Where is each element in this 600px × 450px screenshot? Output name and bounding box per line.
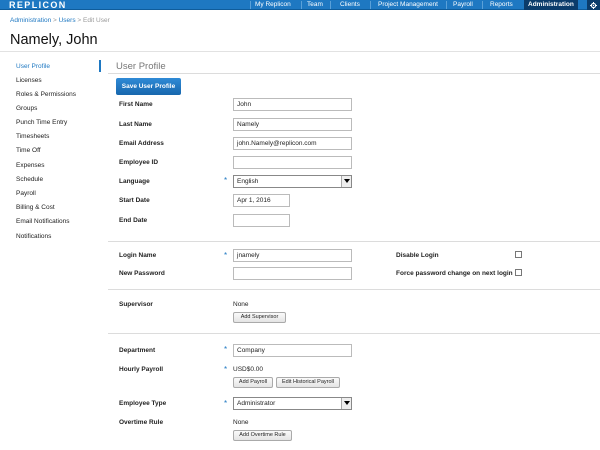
supervisor-label: Supervisor	[119, 301, 153, 308]
new-password-label: New Password	[119, 270, 165, 277]
employee-id-field[interactable]	[233, 156, 352, 169]
breadcrumb: Administration > Users > Edit User	[10, 17, 110, 24]
sidebar-item-punch-time-entry[interactable]: Punch Time Entry	[16, 119, 67, 126]
hourly-payroll-label: Hourly Payroll	[119, 366, 164, 373]
language-select[interactable]: English	[233, 175, 352, 188]
breadcrumb-separator: >	[77, 17, 82, 24]
employee-type-select[interactable]: Administrator	[233, 397, 352, 410]
end-date-label: End Date	[119, 217, 148, 224]
department-field[interactable]: Company	[233, 344, 352, 357]
nav-divider	[250, 1, 251, 9]
section-title-divider	[108, 73, 600, 74]
employee-id-label: Employee ID	[119, 159, 159, 166]
email-field[interactable]: john.Namely@replicon.com	[233, 137, 352, 150]
login-name-field[interactable]: jnamely	[233, 249, 352, 262]
start-date-field[interactable]: Apr 1, 2016	[233, 194, 290, 207]
force-password-change-label: Force password change on next login	[396, 270, 513, 277]
section-divider	[108, 241, 600, 242]
end-date-field[interactable]	[233, 214, 290, 227]
last-name-label: Last Name	[119, 121, 152, 128]
hourly-payroll-value: USD$0.00	[233, 366, 263, 373]
dropdown-arrow	[341, 398, 351, 409]
language-label: Language	[119, 178, 150, 185]
top-nav-bar: REPLICON My Replicon Team Clients Projec…	[0, 0, 600, 10]
section-divider	[108, 289, 600, 290]
sidebar-item-email-notifications[interactable]: Email Notifications	[16, 218, 69, 225]
new-password-field[interactable]	[233, 267, 352, 280]
disable-login-label: Disable Login	[396, 252, 439, 259]
email-label: Email Address	[119, 140, 164, 147]
sidebar-item-expenses[interactable]: Expenses	[16, 162, 45, 169]
department-label: Department	[119, 347, 156, 354]
breadcrumb-administration[interactable]: Administration	[10, 17, 51, 24]
required-marker: *	[224, 251, 228, 260]
overtime-rule-value: None	[233, 419, 249, 426]
gear-icon	[590, 2, 597, 9]
force-password-change-checkbox[interactable]	[515, 269, 522, 276]
required-marker: *	[224, 365, 228, 374]
overtime-rule-label: Overtime Rule	[119, 419, 164, 426]
sidebar-item-user-profile[interactable]: User Profile	[16, 63, 50, 70]
supervisor-value: None	[233, 301, 249, 308]
nav-team[interactable]: Team	[307, 0, 323, 10]
breadcrumb-users[interactable]: Users	[59, 17, 76, 24]
nav-payroll[interactable]: Payroll	[453, 0, 473, 10]
sidebar-item-payroll[interactable]: Payroll	[16, 190, 36, 197]
header-divider	[0, 51, 600, 52]
save-user-profile-button[interactable]: Save User Profile	[116, 78, 181, 95]
settings-button[interactable]	[587, 0, 600, 10]
section-divider	[108, 333, 600, 334]
dropdown-arrow	[341, 176, 351, 187]
nav-reports[interactable]: Reports	[490, 0, 513, 10]
nav-divider	[301, 1, 302, 9]
sidebar-item-timesheets[interactable]: Timesheets	[16, 133, 49, 140]
sidebar-item-roles-permissions[interactable]: Roles & Permissions	[16, 91, 76, 98]
edit-historical-payroll-button[interactable]: Edit Historical Payroll	[276, 377, 340, 388]
sidebar-item-groups[interactable]: Groups	[16, 105, 37, 112]
add-supervisor-button[interactable]: Add Supervisor	[233, 312, 286, 323]
page-title: Namely, John	[10, 32, 98, 48]
disable-login-checkbox[interactable]	[515, 251, 522, 258]
sidebar-item-time-off[interactable]: Time Off	[16, 147, 41, 154]
sidebar-item-notifications[interactable]: Notifications	[16, 233, 51, 240]
last-name-field[interactable]: Namely	[233, 118, 352, 131]
nav-divider	[330, 1, 331, 9]
breadcrumb-current: Edit User	[83, 17, 110, 24]
nav-clients[interactable]: Clients	[340, 0, 360, 10]
required-marker: *	[224, 399, 228, 408]
active-section-marker	[99, 60, 101, 72]
nav-divider	[370, 1, 371, 9]
replicon-logo[interactable]: REPLICON	[9, 0, 67, 10]
start-date-label: Start Date	[119, 197, 150, 204]
employee-type-select-value: Administrator	[237, 400, 276, 407]
nav-my-replicon[interactable]: My Replicon	[255, 0, 291, 10]
first-name-label: First Name	[119, 101, 153, 108]
add-overtime-rule-button[interactable]: Add Overtime Rule	[233, 430, 292, 441]
sidebar-item-licenses[interactable]: Licenses	[16, 77, 42, 84]
sidebar-item-schedule[interactable]: Schedule	[16, 176, 43, 183]
chevron-down-icon	[344, 401, 350, 405]
section-title: User Profile	[116, 61, 166, 72]
required-marker: *	[224, 345, 228, 354]
sidebar-item-billing-cost[interactable]: Billing & Cost	[16, 204, 55, 211]
first-name-field[interactable]: John	[233, 98, 352, 111]
nav-divider	[446, 1, 447, 9]
chevron-down-icon	[344, 179, 350, 183]
required-marker: *	[224, 176, 228, 185]
breadcrumb-separator: >	[53, 17, 57, 24]
login-name-label: Login Name	[119, 252, 157, 259]
language-select-value: English	[237, 178, 259, 185]
nav-administration[interactable]: Administration	[524, 0, 578, 10]
nav-project-management[interactable]: Project Management	[378, 0, 438, 10]
employee-type-label: Employee Type	[119, 400, 167, 407]
add-payroll-button[interactable]: Add Payroll	[233, 377, 273, 388]
nav-divider	[482, 1, 483, 9]
